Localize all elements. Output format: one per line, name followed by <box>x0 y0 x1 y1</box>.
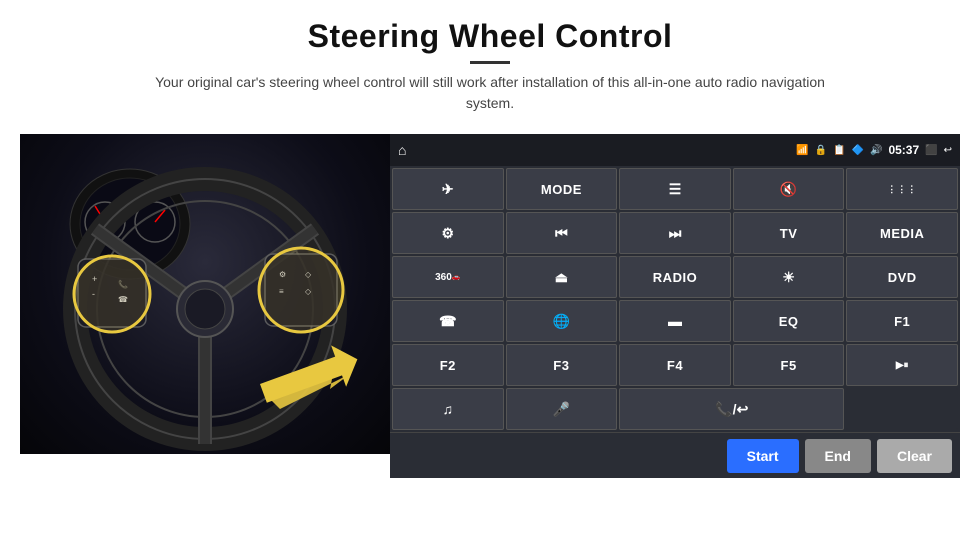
btn-brightness[interactable]: ☀ <box>733 256 845 298</box>
time-display: 05:37 <box>888 143 919 157</box>
btn-mute[interactable]: 🔇 <box>733 168 845 210</box>
btn-empty <box>846 388 958 430</box>
lock-icon: 🔒 <box>815 145 827 156</box>
home-status-icon: ⌂ <box>398 142 406 158</box>
screen-icon: ⬛ <box>925 145 937 156</box>
btn-f5[interactable]: F5 <box>733 344 845 386</box>
page-wrapper: Steering Wheel Control Your original car… <box>0 0 980 544</box>
back-icon: ↩ <box>944 145 952 156</box>
btn-mic[interactable]: 🎤 <box>506 388 618 430</box>
start-button[interactable]: Start <box>727 439 799 473</box>
btn-prev[interactable]: ⏮ <box>506 212 618 254</box>
btn-360[interactable]: 360🚗 <box>392 256 504 298</box>
btn-apps[interactable]: ⋮⋮⋮ <box>846 168 958 210</box>
volume-icon: 🔊 <box>870 145 882 156</box>
btn-eject[interactable]: ⏏ <box>506 256 618 298</box>
control-panel: ⌂ 📶 🔒 📋 🔷 🔊 05:37 ⬛ ↩ ✈ MODE ☰ <box>390 134 960 478</box>
car-image: + - 📞 ☎ ⚙ ≡ ◇ ◇ <box>20 134 390 454</box>
status-right: 📶 🔒 📋 🔷 🔊 05:37 ⬛ ↩ <box>796 143 952 157</box>
end-button[interactable]: End <box>805 439 871 473</box>
content-row: + - 📞 ☎ ⚙ ≡ ◇ ◇ <box>20 134 960 478</box>
wifi-icon: 📶 <box>796 145 808 156</box>
btn-music[interactable]: ♫ <box>392 388 504 430</box>
btn-f4[interactable]: F4 <box>619 344 731 386</box>
steering-wheel-bg: + - 📞 ☎ ⚙ ≡ ◇ ◇ <box>20 134 390 454</box>
page-title: Steering Wheel Control <box>150 18 830 55</box>
btn-call-end[interactable]: 📞/↩ <box>619 388 844 430</box>
btn-phone[interactable]: ☎ <box>392 300 504 342</box>
status-left: ⌂ <box>398 142 406 158</box>
btn-settings[interactable]: ⚙ <box>392 212 504 254</box>
status-bar: ⌂ 📶 🔒 📋 🔷 🔊 05:37 ⬛ ↩ <box>390 134 960 166</box>
clear-button[interactable]: Clear <box>877 439 952 473</box>
btn-dvd[interactable]: DVD <box>846 256 958 298</box>
btn-f1[interactable]: F1 <box>846 300 958 342</box>
btn-screen2[interactable]: ▬ <box>619 300 731 342</box>
btn-navigate[interactable]: ✈ <box>392 168 504 210</box>
btn-f3[interactable]: F3 <box>506 344 618 386</box>
bluetooth-icon: 🔷 <box>852 145 864 156</box>
bottom-bar: Start End Clear <box>390 432 960 478</box>
btn-next[interactable]: ⏭ <box>619 212 731 254</box>
btn-list[interactable]: ☰ <box>619 168 731 210</box>
btn-eq[interactable]: EQ <box>733 300 845 342</box>
btn-f2[interactable]: F2 <box>392 344 504 386</box>
title-divider <box>470 61 510 64</box>
btn-mode[interactable]: MODE <box>506 168 618 210</box>
btn-grid: ✈ MODE ☰ 🔇 ⋮⋮⋮ ⚙ ⏮ ⏭ TV MEDIA 360🚗 ⏏ RAD… <box>390 166 960 432</box>
sim-icon: 📋 <box>833 145 845 156</box>
btn-playpause[interactable]: ▶⏸ <box>846 344 958 386</box>
subtitle: Your original car's steering wheel contr… <box>150 72 830 114</box>
btn-radio[interactable]: RADIO <box>619 256 731 298</box>
title-section: Steering Wheel Control Your original car… <box>150 18 830 128</box>
btn-media[interactable]: MEDIA <box>846 212 958 254</box>
btn-browser[interactable]: 🌐 <box>506 300 618 342</box>
btn-tv[interactable]: TV <box>733 212 845 254</box>
